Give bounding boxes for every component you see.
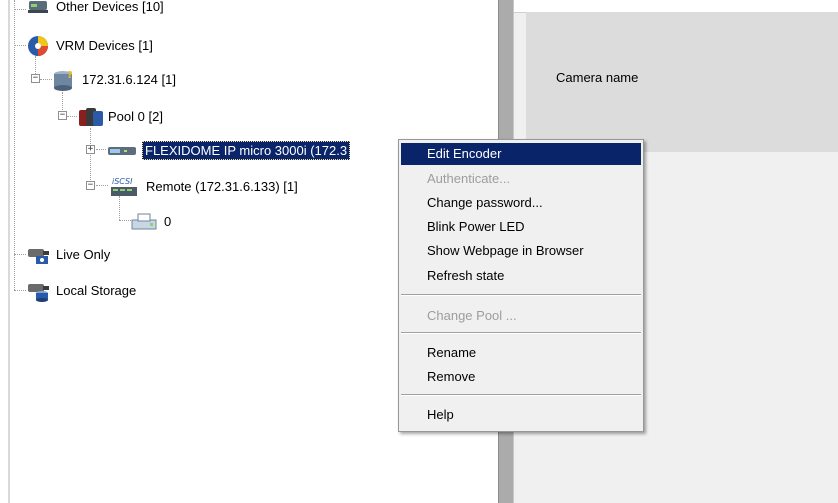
pool-icon xyxy=(78,106,103,126)
tree-node-label: VRM Devices [1] xyxy=(56,37,153,53)
iscsi-icon: iSCSI xyxy=(108,176,140,196)
tree-node-iscsi[interactable]: iSCSI Remote (172.31.6.133) [1] xyxy=(108,175,300,197)
tree-node-label: 0 xyxy=(164,213,172,229)
tree-connector xyxy=(14,290,26,291)
menu-item-remove[interactable]: Remove xyxy=(401,366,641,388)
camera-name-label: Camera name xyxy=(556,70,639,85)
menu-separator xyxy=(401,294,641,296)
menu-item-show-webpage[interactable]: Show Webpage in Browser xyxy=(401,240,641,262)
menu-item-authenticate[interactable]: Authenticate... xyxy=(401,168,641,190)
tree-connector xyxy=(14,254,26,255)
tree-connector xyxy=(96,149,106,150)
menu-item-edit-encoder[interactable]: Edit Encoder xyxy=(401,143,641,165)
menu-item-help[interactable]: Help xyxy=(401,404,641,426)
local-storage-icon xyxy=(26,280,50,302)
lun-icon xyxy=(130,211,158,231)
tree-connector xyxy=(14,0,15,290)
tree-node-label: Pool 0 [2] xyxy=(108,108,163,124)
tree-node-label: Live Only xyxy=(56,246,111,262)
tree-node-live-only[interactable]: Live Only xyxy=(26,243,112,265)
tree-node-vrm-server[interactable]: ? 172.31.6.124 [1] xyxy=(52,68,178,91)
menu-item-blink-power-led[interactable]: Blink Power LED xyxy=(401,216,641,238)
vrm-devices-icon xyxy=(26,35,50,56)
menu-item-change-pool[interactable]: Change Pool ... xyxy=(401,305,641,327)
tree-node-label: Local Storage xyxy=(56,282,137,298)
tree-node-lun[interactable]: 0 xyxy=(130,210,173,232)
menu-item-refresh-state[interactable]: Refresh state xyxy=(401,265,641,287)
tree-node-label: Remote (172.31.6.133) [1] xyxy=(146,178,298,194)
menu-separator xyxy=(401,332,641,334)
tree-node-encoder[interactable]: FLEXIDOME IP micro 3000i (172.3 xyxy=(106,139,351,161)
tree-node-other-devices[interactable]: Other Devices [10] xyxy=(26,0,166,17)
expand-icon[interactable]: + xyxy=(86,145,95,154)
tree-connector xyxy=(96,185,108,186)
context-menu: Edit Encoder Authenticate... Change pass… xyxy=(398,139,644,432)
menu-item-change-password[interactable]: Change password... xyxy=(401,192,641,214)
tree-node-label: FLEXIDOME IP micro 3000i (172.3 xyxy=(142,140,351,160)
collapse-icon[interactable]: − xyxy=(86,181,95,190)
live-only-icon xyxy=(26,244,50,264)
menu-separator xyxy=(401,394,641,396)
menu-item-rename[interactable]: Rename xyxy=(401,342,641,364)
vrm-server-icon: ? xyxy=(52,69,76,91)
tree-connector xyxy=(14,9,26,10)
tree-connector xyxy=(90,128,91,186)
collapse-icon[interactable]: − xyxy=(31,74,40,83)
tree-node-vrm-devices[interactable]: VRM Devices [1] xyxy=(26,34,155,56)
tree-node-label: 172.31.6.124 [1] xyxy=(82,71,176,87)
svg-text:?: ? xyxy=(67,70,73,81)
other-devices-icon xyxy=(26,0,50,16)
tree-node-pool[interactable]: Pool 0 [2] xyxy=(78,105,165,127)
tree-connector xyxy=(67,116,77,117)
svg-text:iSCSI: iSCSI xyxy=(112,177,133,186)
collapse-icon[interactable]: − xyxy=(58,111,67,120)
tree-node-local-storage[interactable]: Local Storage xyxy=(26,279,138,302)
tree-connector xyxy=(119,196,120,220)
tree-connector xyxy=(14,45,26,46)
tree-border xyxy=(8,0,10,503)
encoder-icon xyxy=(106,140,138,160)
tree-node-label: Other Devices [10] xyxy=(56,0,164,14)
properties-panel: Camera name xyxy=(526,12,838,152)
tree-connector xyxy=(40,79,52,80)
